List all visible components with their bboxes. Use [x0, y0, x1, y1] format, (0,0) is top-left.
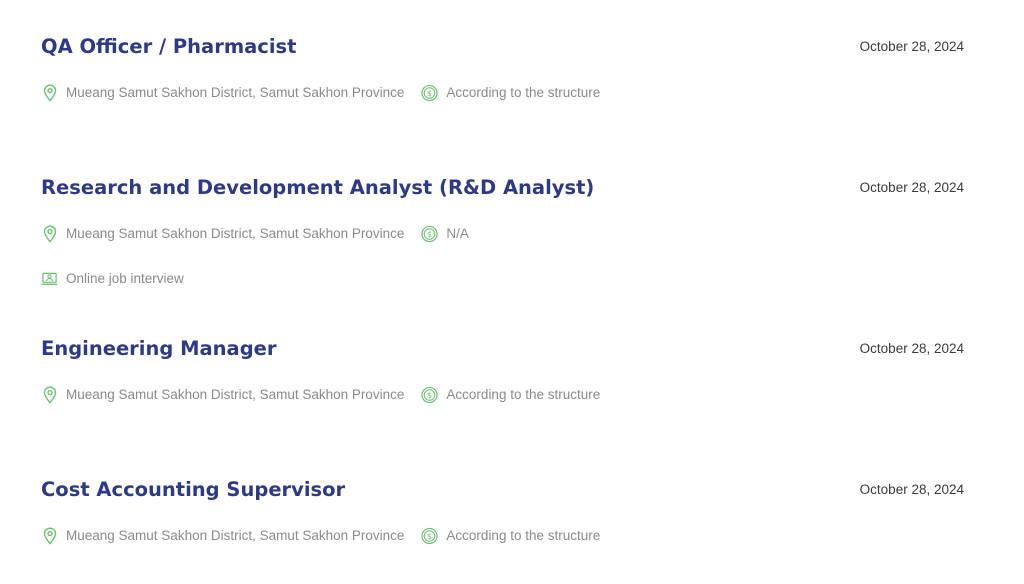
salary-text: According to the structure — [446, 528, 601, 543]
dollar-coin-icon: $ — [421, 225, 439, 243]
map-pin-icon — [41, 386, 58, 404]
interview-text: Online job interview — [66, 271, 184, 286]
location: Mueang Samut Sakhon District, Samut Sakh… — [41, 386, 404, 404]
job-title-link[interactable]: Research and Development Analyst (R&D An… — [41, 176, 594, 200]
job-meta-row: Mueang Samut Sakhon District, Samut Sakh… — [41, 83, 617, 103]
posted-date: October 28, 2024 — [859, 39, 964, 54]
posted-date: October 28, 2024 — [859, 482, 964, 497]
salary: $ According to the structure — [421, 386, 600, 404]
posted-date: October 28, 2024 — [859, 180, 964, 195]
job-meta-row: Mueang Samut Sakhon District, Samut Sakh… — [41, 385, 617, 405]
salary-text: N/A — [446, 226, 469, 241]
svg-text:$: $ — [427, 391, 432, 400]
dollar-coin-icon: $ — [421, 84, 439, 102]
job-meta-row: Online job interview — [41, 269, 201, 289]
location-text: Mueang Samut Sakhon District, Samut Sakh… — [66, 226, 405, 241]
map-pin-icon — [41, 527, 58, 545]
salary: $ According to the structure — [421, 84, 600, 102]
job-title-link[interactable]: Cost Accounting Supervisor — [41, 478, 345, 502]
salary: $ According to the structure — [421, 527, 600, 545]
location: Mueang Samut Sakhon District, Samut Sakh… — [41, 527, 404, 545]
interview-type: Online job interview — [41, 270, 184, 288]
job-meta-row: Mueang Samut Sakhon District, Samut Sakh… — [41, 526, 617, 546]
job-title-link[interactable]: Engineering Manager — [41, 337, 277, 361]
svg-text:$: $ — [427, 89, 432, 98]
location-text: Mueang Samut Sakhon District, Samut Sakh… — [66, 387, 405, 402]
location: Mueang Samut Sakhon District, Samut Sakh… — [41, 225, 404, 243]
svg-text:$: $ — [427, 230, 432, 239]
laptop-user-icon — [41, 270, 58, 288]
salary-text: According to the structure — [446, 85, 601, 100]
map-pin-icon — [41, 225, 58, 243]
job-title-link[interactable]: QA Officer / Pharmacist — [41, 35, 296, 59]
dollar-coin-icon: $ — [421, 527, 439, 545]
map-pin-icon — [41, 84, 58, 102]
svg-text:$: $ — [427, 532, 432, 541]
salary-text: According to the structure — [446, 387, 601, 402]
location: Mueang Samut Sakhon District, Samut Sakh… — [41, 84, 404, 102]
dollar-coin-icon: $ — [421, 386, 439, 404]
location-text: Mueang Samut Sakhon District, Samut Sakh… — [66, 528, 405, 543]
posted-date: October 28, 2024 — [859, 341, 964, 356]
salary: $ N/A — [421, 225, 469, 243]
job-meta-row: Mueang Samut Sakhon District, Samut Sakh… — [41, 224, 486, 244]
location-text: Mueang Samut Sakhon District, Samut Sakh… — [66, 85, 405, 100]
